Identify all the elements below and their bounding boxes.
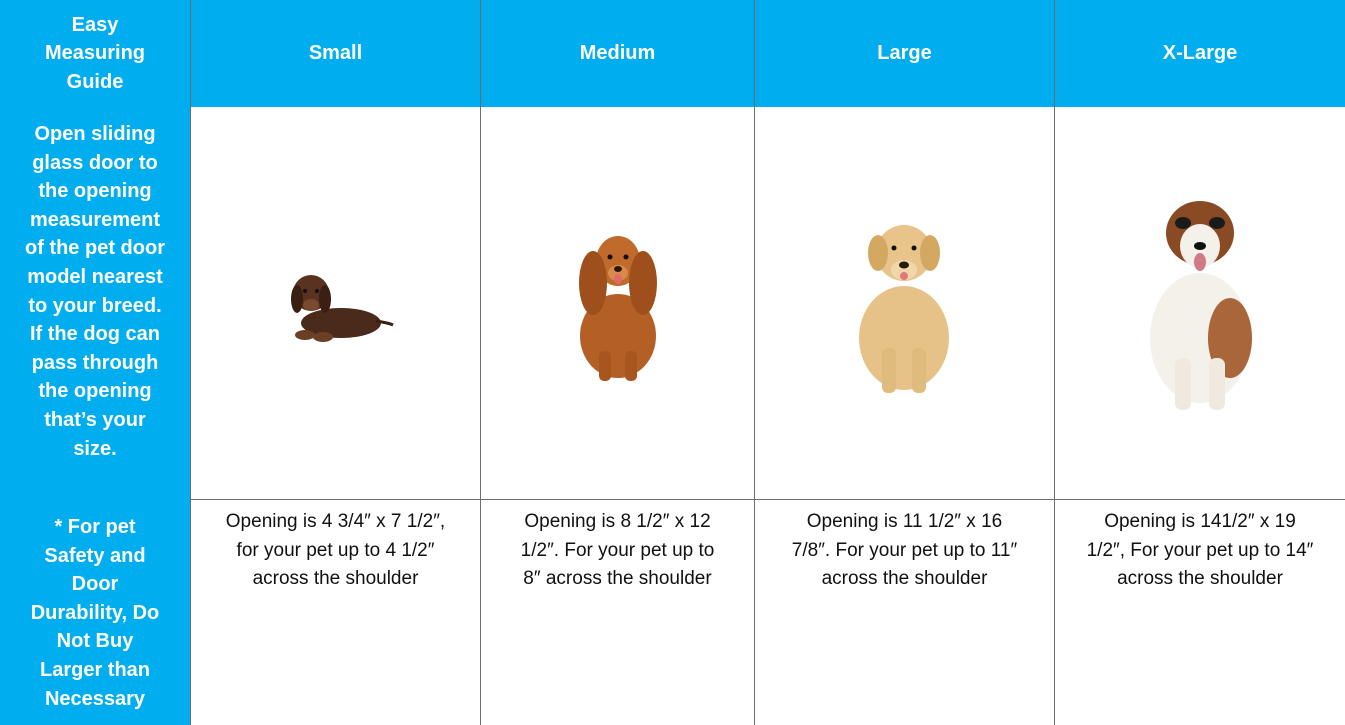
- header-small: Small: [190, 0, 480, 107]
- saint-bernard-image: [1150, 201, 1252, 410]
- description-cell-large: Opening is 11 1/2″ x 16 7/8″. For your p…: [754, 500, 1054, 725]
- guide-warning-cell: * For pet Safety and Door Durability, Do…: [0, 500, 190, 725]
- opening-description-small: Opening is 4 3/4″ x 7 1/2″, for your pet…: [225, 511, 446, 590]
- dachshund-puppy-image: [290, 275, 394, 342]
- opening-description-large: Opening is 11 1/2″ x 16 7/8″. For your p…: [791, 511, 1018, 590]
- opening-description-x-large: Opening is 141/2″ x 19 1/2″, For your pe…: [1086, 511, 1314, 590]
- guide-title: Easy Measuring Guide: [44, 13, 146, 93]
- description-cell-small: Opening is 4 3/4″ x 7 1/2″, for your pet…: [190, 500, 480, 725]
- dog-image-cell-x-large: [1054, 107, 1345, 500]
- cocker-spaniel-image: [578, 235, 657, 381]
- measuring-guide-table: Easy Measuring Guide Small Medium Large …: [0, 0, 1345, 725]
- guide-instructions-cell: Open sliding glass door to the opening m…: [0, 107, 190, 500]
- size-label-large: Large: [877, 42, 932, 64]
- guide-warning: * For pet Safety and Door Durability, Do…: [30, 516, 160, 710]
- dog-image-cell-medium: [480, 107, 754, 500]
- dog-image-cell-small: [190, 107, 480, 500]
- dog-image-cell-large: [754, 107, 1054, 500]
- golden-retriever-image: [859, 225, 949, 393]
- size-label-small: Small: [308, 42, 363, 64]
- guide-title-cell: Easy Measuring Guide: [0, 0, 190, 107]
- opening-description-medium: Opening is 8 1/2″ x 12 1/2″. For your pe…: [520, 511, 715, 590]
- size-label-x-large: X-Large: [1162, 42, 1238, 64]
- header-medium: Medium: [480, 0, 754, 107]
- header-x-large: X-Large: [1054, 0, 1345, 107]
- size-label-medium: Medium: [579, 42, 656, 64]
- guide-instructions: Open sliding glass door to the opening m…: [25, 123, 165, 460]
- header-large: Large: [754, 0, 1054, 107]
- description-cell-medium: Opening is 8 1/2″ x 12 1/2″. For your pe…: [480, 500, 754, 725]
- description-cell-x-large: Opening is 141/2″ x 19 1/2″, For your pe…: [1054, 500, 1345, 725]
